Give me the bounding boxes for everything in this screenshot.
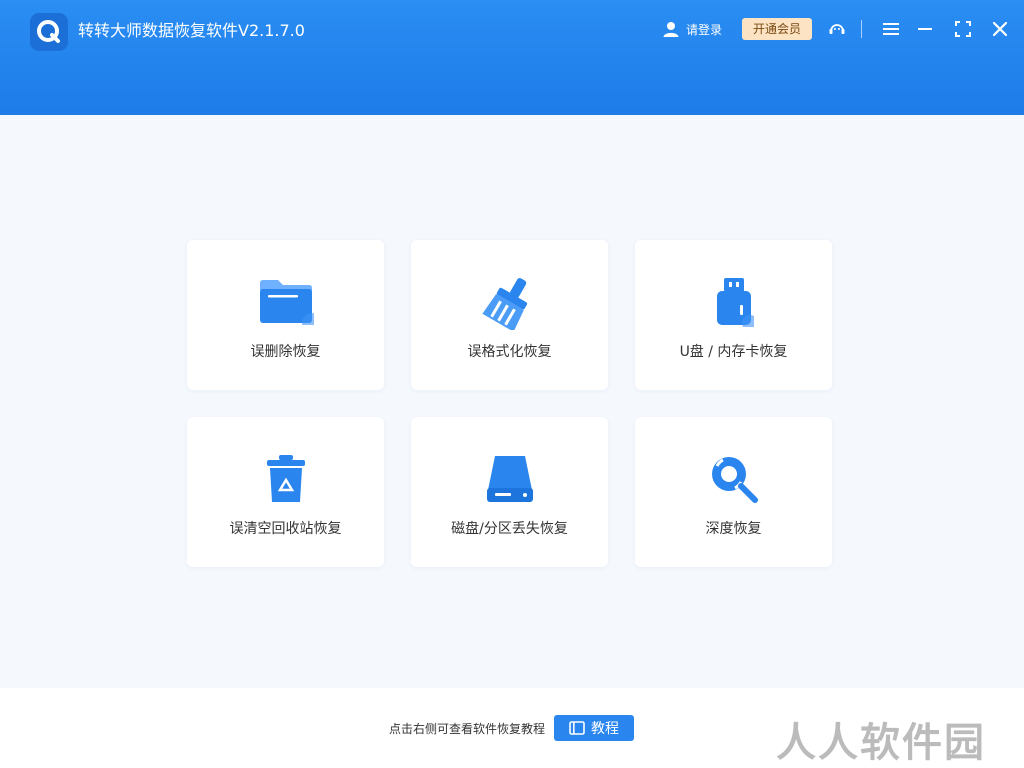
book-icon [569,721,585,735]
card-label: U盘 / 内存卡恢复 [679,344,788,360]
usb-drive-icon [706,274,762,330]
app-logo [30,13,68,51]
header-divider [861,20,862,38]
recycle-bin-icon [258,451,314,507]
card-recycle-bin-recovery[interactable]: 误清空回收站恢复 [187,417,384,567]
tutorial-tip: 点击右侧可查看软件恢复教程 [389,722,546,736]
broom-icon [482,274,538,330]
minimize-icon[interactable] [915,19,935,39]
card-usb-recovery[interactable]: U盘 / 内存卡恢复 [635,240,832,390]
support-icon[interactable] [827,19,847,39]
login-label: 请登录 [686,22,723,37]
card-deep-recovery[interactable]: 深度恢复 [635,417,832,567]
deep-scan-icon [706,451,762,507]
card-label: 磁盘/分区丢失恢复 [451,521,568,537]
login-link[interactable]: 请登录 [662,18,722,40]
card-label: 深度恢复 [705,521,762,537]
tutorial-label: 教程 [591,721,619,737]
card-label: 误删除恢复 [250,344,321,360]
card-partition-recovery[interactable]: 磁盘/分区丢失恢复 [411,417,608,567]
card-format-recovery[interactable]: 误格式化恢复 [411,240,608,390]
close-icon[interactable] [990,19,1010,39]
card-label: 误清空回收站恢复 [229,521,342,537]
card-deleted-recovery[interactable]: 误删除恢复 [187,240,384,390]
menu-icon[interactable] [881,19,901,39]
card-label: 误格式化恢复 [467,344,552,360]
vip-button[interactable]: 开通会员 [742,18,812,40]
maximize-icon[interactable] [953,19,973,39]
app-title: 转转大师数据恢复软件V2.1.7.0 [78,21,305,40]
folder-icon [258,274,314,330]
title-bar: 转转大师数据恢复软件V2.1.7.0 请登录 开通会员 [0,0,1024,115]
user-icon [663,22,679,37]
tutorial-button[interactable]: 教程 [554,715,634,741]
watermark: 人人软件园 [776,720,986,766]
logo-icon [37,20,60,43]
hard-disk-icon [482,451,538,507]
